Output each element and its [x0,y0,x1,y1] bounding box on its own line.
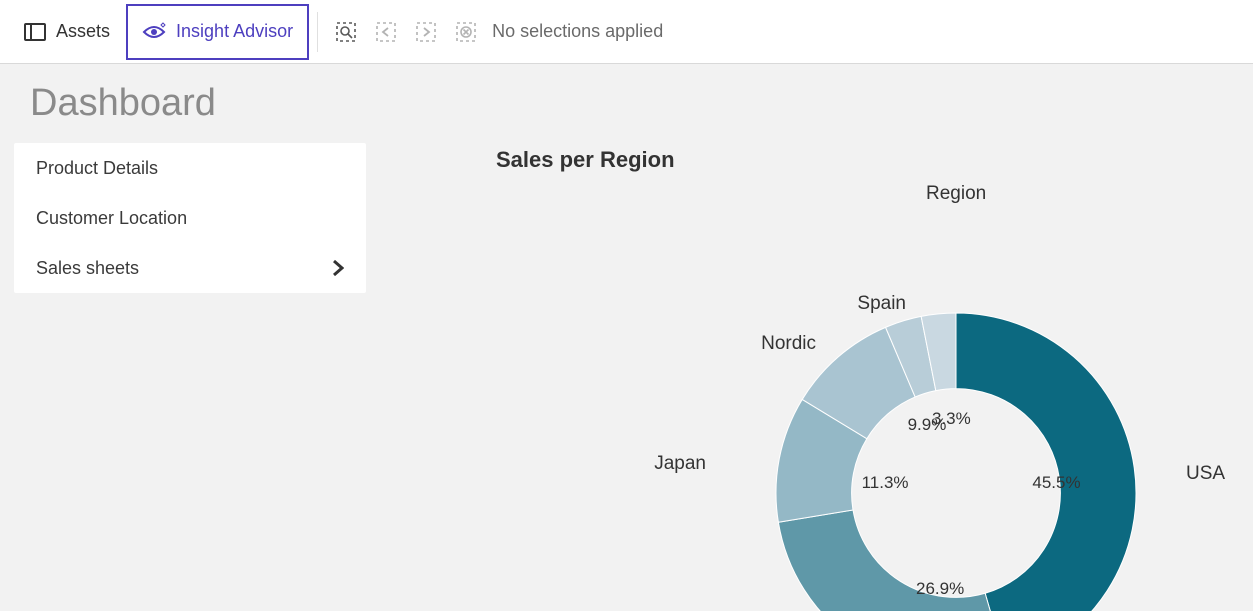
filter-sidebar: Product Details Customer Location Sales … [14,143,366,293]
insight-label: Insight Advisor [176,21,293,42]
sidebar-item-label: Sales sheets [36,258,139,279]
sidebar-item-label: Customer Location [36,208,187,229]
chevron-right-icon [332,259,344,277]
chart-title: Sales per Region [496,147,1253,173]
slice-pct-japan: 11.3% [862,473,909,493]
slice-pct-usa: 45.5% [1032,473,1080,493]
insight-advisor-button[interactable]: Insight Advisor [126,4,309,60]
slice-pct-spain: 3.3% [932,409,971,429]
sidebar-item-sales-sheets[interactable]: Sales sheets [14,243,366,293]
step-forward-button[interactable] [406,12,446,52]
sales-per-region-chart[interactable]: RegionUSA45.5%26.9%Japan11.3%Nordic9.9%S… [496,183,1216,611]
page-title: Dashboard [30,82,1253,125]
slice-pct-uk: 26.9% [916,579,964,599]
clear-selections-button[interactable] [446,12,486,52]
main-content: Sales per Region Region USA 45.5% 26.9% Japa… [496,143,1253,611]
slice-label-nordic: Nordic [761,333,816,355]
assets-label: Assets [56,21,110,42]
sidebar-item-product-details[interactable]: Product Details [14,143,366,193]
step-back-button[interactable] [366,12,406,52]
slice-label-usa: USA [1186,463,1225,485]
top-toolbar: Assets Insight Advisor No selections app… [0,0,1253,64]
sidebar-item-customer-location[interactable]: Customer Location [14,193,366,243]
slice-label-japan: Japan [654,453,706,475]
slice-label-spain: Spain [857,293,906,315]
smart-search-button[interactable] [326,12,366,52]
assets-button[interactable]: Assets [8,4,126,60]
donut-slice-uk[interactable] [778,510,1006,611]
chart-legend-title: Region [926,183,986,205]
toolbar-separator [317,12,318,52]
insight-eye-icon [142,22,166,42]
donut-slice-usa[interactable] [956,313,1136,611]
sidebar-item-label: Product Details [36,158,158,179]
panel-icon [24,23,46,41]
page-body: Dashboard Product Details Customer Locat… [0,64,1253,611]
selections-status-text: No selections applied [492,21,663,42]
donut-chart-svg [496,183,1216,611]
